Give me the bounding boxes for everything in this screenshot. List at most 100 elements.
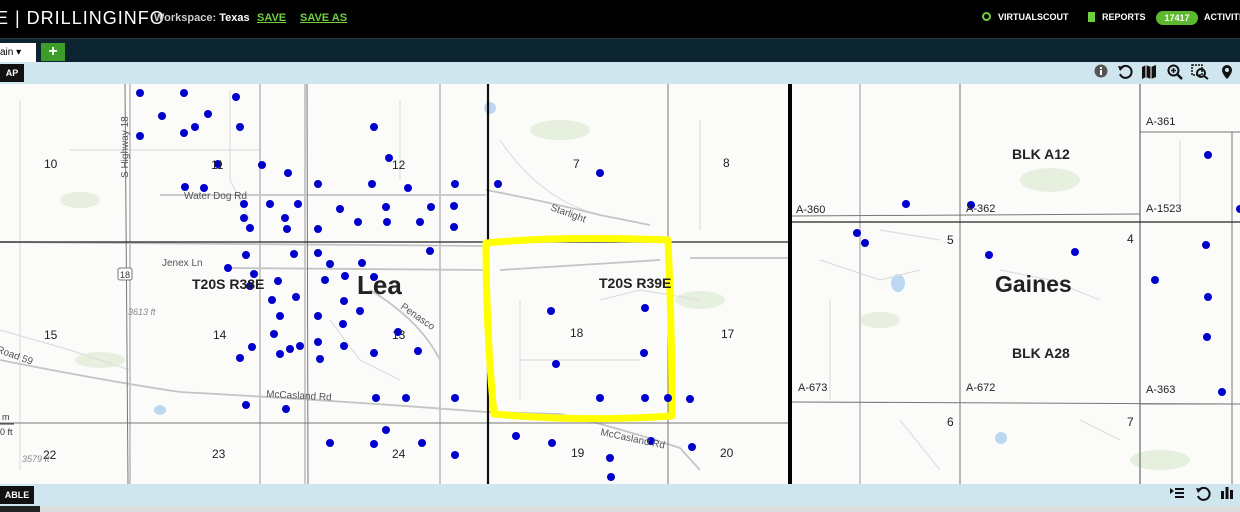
well-marker[interactable] [158,112,166,120]
pin-icon[interactable] [1218,64,1236,82]
well-marker[interactable] [450,223,458,231]
well-marker[interactable] [274,277,282,285]
well-marker[interactable] [246,224,254,232]
well-marker[interactable] [596,394,604,402]
well-marker[interactable] [1203,333,1211,341]
undo-icon[interactable] [1116,64,1134,82]
well-marker[interactable] [383,218,391,226]
well-marker[interactable] [370,440,378,448]
map-icon[interactable] [1140,64,1158,82]
well-marker[interactable] [1071,248,1079,256]
well-marker[interactable] [382,203,390,211]
well-marker[interactable] [292,293,300,301]
well-marker[interactable] [664,394,672,402]
well-marker[interactable] [686,395,694,403]
well-marker[interactable] [451,180,459,188]
well-marker[interactable] [276,312,284,320]
well-marker[interactable] [136,132,144,140]
well-marker[interactable] [314,180,322,188]
list-icon[interactable] [1168,486,1186,504]
well-marker[interactable] [314,249,322,257]
well-marker[interactable] [314,312,322,320]
well-marker[interactable] [354,218,362,226]
well-marker[interactable] [356,307,364,315]
well-marker[interactable] [1151,276,1159,284]
well-marker[interactable] [341,272,349,280]
well-marker[interactable] [314,225,322,233]
well-marker[interactable] [224,264,232,272]
well-marker[interactable] [326,260,334,268]
well-marker[interactable] [547,307,555,315]
well-marker[interactable] [268,296,276,304]
well-marker[interactable] [427,203,435,211]
well-marker[interactable] [296,342,304,350]
well-marker[interactable] [266,200,274,208]
tab-main[interactable]: ain ▾ [0,43,36,63]
well-marker[interactable] [281,214,289,222]
well-marker[interactable] [494,180,502,188]
undo-icon[interactable] [1194,486,1212,504]
well-marker[interactable] [240,214,248,222]
well-marker[interactable] [248,343,256,351]
well-marker[interactable] [607,473,615,481]
well-marker[interactable] [286,345,294,353]
well-marker[interactable] [316,355,324,363]
activity-link[interactable]: ACTIVITI [1204,12,1240,22]
well-marker[interactable] [283,225,291,233]
well-marker[interactable] [136,89,144,97]
well-marker[interactable] [416,218,424,226]
well-marker[interactable] [276,350,284,358]
well-marker[interactable] [232,93,240,101]
well-marker[interactable] [370,123,378,131]
map-canvas[interactable]: Lea Gaines T20S R38E T20S R39E BLK A12 B… [0,84,1240,484]
info-icon[interactable] [1092,64,1110,82]
well-marker[interactable] [1204,151,1212,159]
well-marker[interactable] [242,251,250,259]
well-marker[interactable] [282,405,290,413]
well-marker[interactable] [418,439,426,447]
well-marker[interactable] [294,200,302,208]
well-marker[interactable] [204,110,212,118]
well-marker[interactable] [902,200,910,208]
well-marker[interactable] [548,439,556,447]
map-svg[interactable]: Lea Gaines T20S R38E T20S R39E BLK A12 B… [0,84,1240,484]
virtualscout-link[interactable]: VIRTUALSCOUT [998,12,1069,22]
well-marker[interactable] [236,123,244,131]
well-marker[interactable] [382,426,390,434]
well-marker[interactable] [606,454,614,462]
reports-link[interactable]: REPORTS [1102,12,1146,22]
well-marker[interactable] [258,161,266,169]
well-marker[interactable] [321,276,329,284]
well-marker[interactable] [451,451,459,459]
well-marker[interactable] [314,338,322,346]
well-marker[interactable] [985,251,993,259]
well-marker[interactable] [191,123,199,131]
save-as-button[interactable]: SAVE AS [300,12,347,24]
well-marker[interactable] [242,401,250,409]
well-marker[interactable] [336,205,344,213]
well-marker[interactable] [861,239,869,247]
well-marker[interactable] [236,354,244,362]
zoom-in-icon[interactable] [1166,64,1184,82]
zoom-box-icon[interactable] [1191,64,1209,82]
well-marker[interactable] [552,360,560,368]
well-marker[interactable] [368,180,376,188]
well-marker[interactable] [270,330,278,338]
well-marker[interactable] [451,394,459,402]
well-marker[interactable] [641,394,649,402]
well-marker[interactable] [326,439,334,447]
well-marker[interactable] [688,443,696,451]
well-marker[interactable] [1202,241,1210,249]
well-marker[interactable] [641,304,649,312]
well-marker[interactable] [404,184,412,192]
well-marker[interactable] [426,247,434,255]
well-marker[interactable] [414,347,422,355]
well-marker[interactable] [450,202,458,210]
well-marker[interactable] [180,89,188,97]
well-marker[interactable] [284,169,292,177]
add-tab-button[interactable]: + [41,43,65,61]
well-marker[interactable] [340,297,348,305]
well-marker[interactable] [512,432,520,440]
chart-icon[interactable] [1218,486,1236,504]
well-marker[interactable] [1218,388,1226,396]
